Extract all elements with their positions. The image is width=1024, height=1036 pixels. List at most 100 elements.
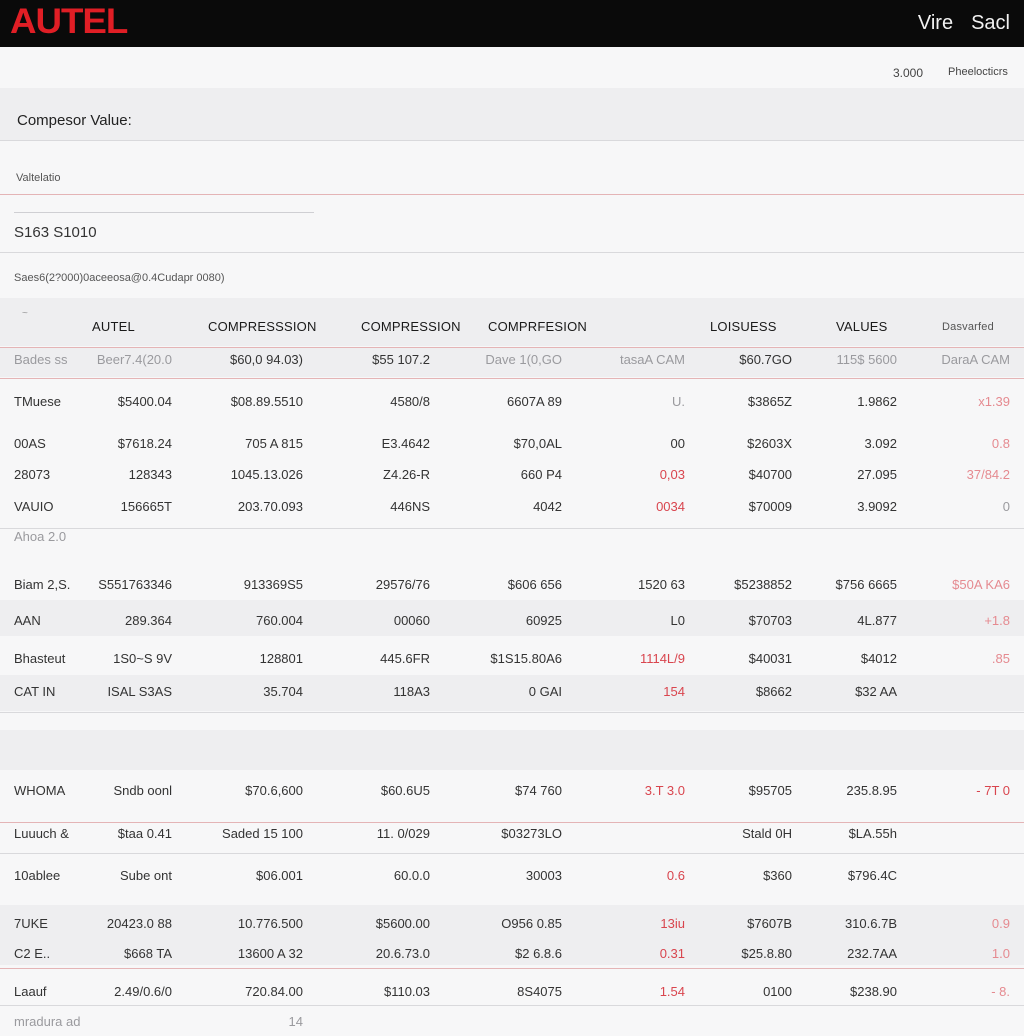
table-cell: 30003 <box>525 868 562 883</box>
table-cell: 13iu <box>660 916 685 931</box>
table-cell: mradura ad <box>14 1014 81 1029</box>
divider <box>0 528 1024 529</box>
table-cell: AAN <box>14 613 41 628</box>
table-cell: DaraA CAM <box>941 352 1010 367</box>
divider <box>0 252 1024 253</box>
column-header[interactable]: COMPRESSION <box>361 313 461 341</box>
table-cell: 1S0~S 9V <box>113 651 172 666</box>
divider <box>0 968 1024 969</box>
table-cell: 445.6FR <box>380 651 430 666</box>
table-cell: Dave 1(0,GO <box>485 352 562 367</box>
divider-red <box>0 194 1024 195</box>
table-cell: 720.84.00 <box>245 984 303 999</box>
table-cell: 27.095 <box>857 467 897 482</box>
table-cell: tasaA CAM <box>619 352 685 367</box>
divider <box>0 712 1024 713</box>
table-cell: Z4.26-R <box>383 467 430 482</box>
table-cell: 705 A 815 <box>245 436 303 451</box>
table-cell: 232.7AA <box>847 946 897 961</box>
table-row[interactable]: CAT IN ISAL S3AS 35.704 118A3 0 GAI 154 $8662 $… <box>0 678 1024 706</box>
table-cell: 913369S5 <box>243 577 303 592</box>
column-header[interactable]: VALUES <box>836 313 888 341</box>
table-cell: $7618.24 <box>117 436 172 451</box>
table-row[interactable]: 00AS $7618.24 705 A 815 E3.4642 $70,0AL 00 $26… <box>0 430 1024 458</box>
column-header[interactable]: LOISUESS <box>710 313 777 341</box>
table-cell: 156665T <box>120 499 172 514</box>
table-cell: ISAL S3AS <box>107 684 172 699</box>
table-row[interactable]: 7UKE 20423.0 88 10.776.500 $5600.00 O956 0.8… <box>0 910 1024 938</box>
table-cell: $95705 <box>748 783 792 798</box>
table-row[interactable]: VAUIO 156665T 203.70.093 446NS 4042 0034 $7000… <box>0 493 1024 521</box>
table-cell: 3.9092 <box>857 499 897 514</box>
row-band <box>0 730 1024 770</box>
value-field[interactable]: S163 S1010 <box>14 212 314 250</box>
table-cell: 35.704 <box>263 684 303 699</box>
table-cell: 60.0.0 <box>393 868 430 883</box>
table-cell: U. <box>672 394 685 409</box>
table-row[interactable]: Bades ss Beer7.4(20.0 $60,0 94.03) $55 107.… <box>0 346 1024 374</box>
table-cell: 2.49/0.6/0 <box>114 984 172 999</box>
table-row[interactable]: AAN 289.364 760.004 00060 60925 L0 $70703 4L.87… <box>0 607 1024 635</box>
table-cell: Laauf <box>14 984 47 999</box>
column-header[interactable]: Dasvarfed <box>942 313 994 341</box>
table-cell: $taa 0.41 <box>117 826 172 841</box>
table-cell: 0,03 <box>659 467 685 482</box>
divider <box>0 1005 1024 1006</box>
table-cell: Luuuch & <box>14 826 69 841</box>
table-cell: 28073 <box>14 467 51 482</box>
table-cell: - 7T 0 <box>976 783 1010 798</box>
table-cell: E3.4642 <box>381 436 430 451</box>
table-cell: 0.9 <box>991 916 1010 931</box>
table-row[interactable]: Biam 2,S. S551763346 913369S5 29576/76 $606 … <box>0 571 1024 599</box>
table-cell: 3.092 <box>864 436 897 451</box>
table-cell <box>710 1008 792 1036</box>
table-cell: x1.39 <box>978 394 1010 409</box>
table-cell: 118A3 <box>393 684 430 699</box>
table-row[interactable]: C2 E.. $668 TA 13600 A 32 20.6.73.0 $2 6.8.6… <box>0 940 1024 968</box>
info-text: Saes6(2?000)0aceeosa@0.4Cudapr 0080) <box>14 272 225 284</box>
table-cell: 0 <box>1002 499 1010 514</box>
table-cell: Saded 15 100 <box>222 826 303 841</box>
meta-label[interactable]: Pheelocticrs <box>948 66 1008 78</box>
table-cell: Bades ss <box>14 352 68 367</box>
table-row[interactable]: Bhasteut 1S0~S 9V 128801 445.6FR $1S15.80A6 1… <box>0 645 1024 673</box>
table-cell: 13600 A 32 <box>237 946 303 961</box>
table-row[interactable]: 28073 128343 1045.13.026 Z4.26-R 660 P4 0,03 $… <box>0 461 1024 489</box>
table-row[interactable]: Luuuch & $taa 0.41 Saded 15 100 11. 0/029 $0… <box>0 820 1024 848</box>
table-row[interactable]: 10ablee Sube ont $06.001 60.0.0 30003 0.6 $360… <box>0 862 1024 890</box>
table-cell: 1.0 <box>991 946 1010 961</box>
table-cell: 6607A 89 <box>507 394 562 409</box>
table-cell: $32 AA <box>855 684 897 699</box>
column-header[interactable]: COMPRFESION <box>488 313 587 341</box>
table-cell: C2 E.. <box>14 946 51 961</box>
autel-logo[interactable]: AUTEL <box>10 2 128 42</box>
table-cell: $2603X <box>747 436 792 451</box>
column-header[interactable]: AUTEL <box>92 313 135 341</box>
nav-item-sacl[interactable]: Sacl <box>971 12 1010 35</box>
table-cell: $2 6.8.6 <box>515 946 562 961</box>
table-cell: S551763346 <box>98 577 172 592</box>
table-cell: 115$ 5600 <box>836 352 898 367</box>
table-cell: $06.001 <box>256 868 303 883</box>
table-cell: .85 <box>991 651 1010 666</box>
nav-item-vire[interactable]: Vire <box>918 12 953 35</box>
table-row[interactable]: TMuese $5400.04 $08.89.5510 4580/8 6607A 89 U… <box>0 388 1024 416</box>
table-cell: 4042 <box>533 499 562 514</box>
table-cell: Sube ont <box>119 868 172 883</box>
table-cell: 1520 63 <box>638 577 685 592</box>
table-row[interactable]: Laauf 2.49/0.6/0 720.84.00 $110.03 8S4075 1.5… <box>0 978 1024 1006</box>
meta-value: 3.000 <box>893 66 924 80</box>
table-cell: 0.31 <box>659 946 685 961</box>
table-row[interactable]: WHOMA Sndb oonl $70.6,600 $60.6U5 $74 760 3.T… <box>0 777 1024 805</box>
column-header[interactable]: COMPRESSSION <box>208 313 317 341</box>
table-cell: $60,0 94.03) <box>229 352 303 367</box>
table-cell: 289.364 <box>125 613 172 628</box>
table-cell: VAUIO <box>14 499 54 514</box>
table-cell: $70009 <box>748 499 792 514</box>
divider <box>0 378 1024 379</box>
table-cell: $40700 <box>748 467 792 482</box>
table-cell: CAT IN <box>14 684 56 699</box>
table-row[interactable]: mradura ad 14 <box>0 1008 1024 1036</box>
table-cell: 0100 <box>763 984 792 999</box>
table-cell: $25.8.80 <box>741 946 792 961</box>
